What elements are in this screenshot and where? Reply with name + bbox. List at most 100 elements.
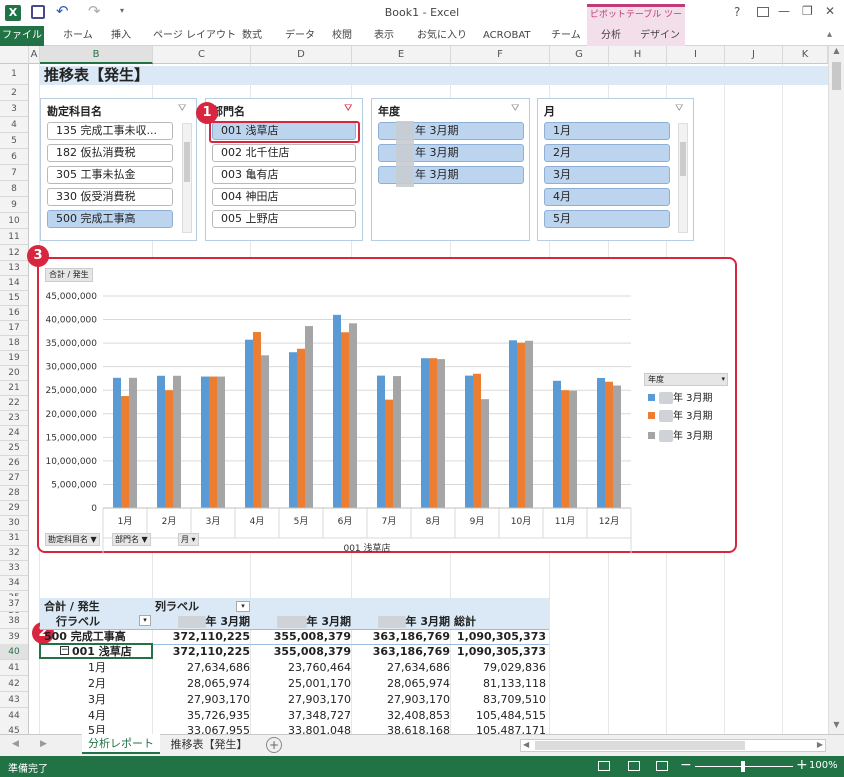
worksheet-grid[interactable]: A B C D E F G H I J K 1 2 3 4 5 6 7 8 9 10 11 12 13 1… [0, 46, 828, 734]
row-header[interactable]: 15 [0, 291, 29, 306]
scroll-up-icon[interactable]: ▲ [829, 46, 844, 60]
normal-view-icon[interactable] [598, 761, 610, 771]
row-header[interactable]: 34 [0, 576, 29, 591]
column-filter-dropdown[interactable]: ▾ [236, 601, 250, 612]
row-header[interactable]: 40 [0, 644, 29, 660]
clear-filter-icon[interactable]: ⛛ [344, 103, 356, 115]
scroll-right-icon[interactable]: ▶ [817, 740, 823, 749]
zoom-slider-thumb[interactable] [741, 761, 745, 772]
row-header[interactable]: 30 [0, 516, 29, 531]
slicer-item[interactable]: 4月 [544, 188, 670, 206]
scroll-thumb[interactable] [535, 741, 745, 750]
slicer-item[interactable]: 002 北千住店 [212, 144, 356, 162]
tab-design[interactable]: デザイン [635, 26, 685, 46]
row-header[interactable]: 26 [0, 456, 29, 471]
sheet-tab[interactable]: 推移表【発生】 [164, 735, 254, 755]
tab-data[interactable]: データ [285, 26, 315, 46]
row-header[interactable]: 31 [0, 531, 29, 546]
row-header[interactable]: 43 [0, 692, 29, 708]
slicer-item[interactable]: 182 仮払消費税 [47, 144, 173, 162]
active-cell[interactable] [39, 643, 153, 659]
row-header[interactable]: 14 [0, 276, 29, 291]
horizontal-scrollbar[interactable]: ◀ ▶ [520, 739, 826, 752]
minimize-button[interactable]: — [778, 4, 790, 18]
scroll-down-icon[interactable]: ▼ [829, 720, 844, 734]
row-header[interactable]: 10 [0, 213, 29, 229]
slicer-item[interactable]: 003 亀有店 [212, 166, 356, 184]
page-layout-view-icon[interactable] [628, 761, 640, 771]
row-header[interactable]: 6 [0, 149, 29, 165]
row-header[interactable]: 32 [0, 546, 29, 561]
column-header-i[interactable]: I [667, 46, 725, 64]
ribbon-collapse-icon[interactable]: ▴ [827, 29, 832, 40]
tab-review[interactable]: 校閲 [332, 26, 352, 46]
row-header[interactable]: 29 [0, 501, 29, 516]
tab-formulas[interactable]: 数式 [242, 26, 262, 46]
row-header[interactable]: 37 [0, 596, 29, 612]
row-header[interactable]: 2 [0, 85, 29, 101]
tab-insert[interactable]: 挿入 [111, 26, 131, 46]
sheet-nav-next-icon[interactable]: ▶ [40, 739, 47, 749]
tab-file[interactable]: ファイル [0, 26, 44, 46]
collapse-icon[interactable]: − [60, 646, 69, 655]
slicer-year[interactable]: 年度 ⛛ 年 3月期 年 3月期 年 3月期 [371, 98, 530, 241]
scroll-thumb[interactable] [680, 142, 686, 176]
zoom-level[interactable]: 100% [809, 760, 838, 771]
row-header[interactable]: 9 [0, 197, 29, 213]
scroll-thumb[interactable] [184, 142, 190, 182]
row-header[interactable]: 21 [0, 381, 29, 396]
row-header[interactable]: 8 [0, 181, 29, 197]
slicer-item[interactable]: 500 完成工事高 [47, 210, 173, 228]
row-header[interactable]: 12 [0, 245, 29, 261]
row-header[interactable]: 4 [0, 117, 29, 133]
row-header[interactable]: 38 [0, 613, 29, 629]
zoom-out-button[interactable]: − [680, 757, 692, 773]
row-header[interactable]: 27 [0, 471, 29, 486]
row-header[interactable]: 28 [0, 486, 29, 501]
row-header[interactable]: 25 [0, 441, 29, 456]
row-header[interactable]: 45 [0, 723, 29, 734]
column-header-j[interactable]: J [725, 46, 783, 64]
clear-filter-icon[interactable]: ⛛ [511, 103, 523, 115]
axis-field-button-month[interactable]: 月 ▾ [178, 533, 199, 546]
axis-field-button-department[interactable]: 部門名 ▼ [112, 533, 151, 546]
slicer-item[interactable]: 135 完成工事未収... [47, 122, 173, 140]
slicer-item[interactable]: 305 工事未払金 [47, 166, 173, 184]
row-header[interactable]: 39 [0, 629, 29, 645]
row-header[interactable]: 16 [0, 306, 29, 321]
row-header[interactable]: 19 [0, 351, 29, 366]
clear-filter-icon[interactable]: ⛛ [675, 103, 687, 115]
row-header[interactable]: 20 [0, 366, 29, 381]
tab-acrobat[interactable]: ACROBAT [483, 26, 531, 46]
row-header[interactable]: 7 [0, 165, 29, 181]
sheet-tab-active[interactable]: 分析レポート [82, 734, 160, 754]
page-break-view-icon[interactable] [656, 761, 668, 771]
row-header[interactable]: 5 [0, 133, 29, 149]
sheet-nav-prev-icon[interactable]: ◀ [12, 739, 19, 749]
tab-favorites[interactable]: お気に入り [417, 26, 467, 46]
slicer-item[interactable]: 005 上野店 [212, 210, 356, 228]
slicer-scrollbar[interactable] [678, 123, 688, 233]
slicer-account[interactable]: 勘定科目名 ⛛ 135 完成工事未収... 182 仮払消費税 305 工事未払… [40, 98, 197, 241]
row-header[interactable]: 22 [0, 396, 29, 411]
zoom-in-button[interactable]: + [796, 757, 808, 773]
column-header-h[interactable]: H [609, 46, 667, 64]
slicer-item[interactable]: 004 神田店 [212, 188, 356, 206]
column-header-e[interactable]: E [352, 46, 451, 64]
row-header[interactable]: 44 [0, 708, 29, 724]
slicer-item[interactable]: 1月 [544, 122, 670, 140]
restore-button[interactable]: ❐ [802, 4, 813, 18]
column-header-a[interactable]: A [29, 46, 40, 64]
row-header[interactable]: 3 [0, 101, 29, 117]
column-header-d[interactable]: D [251, 46, 352, 64]
row-header[interactable]: 42 [0, 676, 29, 692]
column-header-c[interactable]: C [153, 46, 251, 64]
vertical-scrollbar[interactable]: ▲ ▼ [828, 46, 844, 734]
row-filter-dropdown[interactable]: ▾ [139, 615, 151, 626]
legend-header[interactable]: 年度 ▾ [644, 373, 728, 386]
slicer-item[interactable]: 3月 [544, 166, 670, 184]
row-header[interactable]: 17 [0, 321, 29, 336]
close-button[interactable]: ✕ [825, 4, 835, 18]
column-header-g[interactable]: G [550, 46, 609, 64]
column-header-f[interactable]: F [451, 46, 550, 64]
